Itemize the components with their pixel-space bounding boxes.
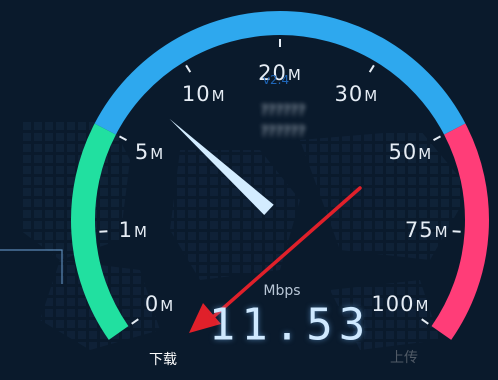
gauge-tick-label: 75M xyxy=(405,218,449,242)
gauge-tick-number: 75 xyxy=(404,217,434,242)
gauge-tick-mark xyxy=(368,64,375,73)
gauge-tick-label: 10M xyxy=(182,82,226,106)
tab-upload[interactable]: 上传 xyxy=(390,347,418,367)
gauge-tick-unit: M xyxy=(364,87,379,106)
blurred-info-line-1: ?????? xyxy=(260,103,306,119)
gauge-tick-unit: M xyxy=(134,222,148,241)
gauge-tick-mark xyxy=(99,230,108,233)
gauge-tick-number: 50 xyxy=(388,140,418,165)
gauge-tick-label: 100M xyxy=(371,292,429,316)
version-label: v2.4 xyxy=(262,73,290,87)
gauge-tick-label: 50M xyxy=(389,140,433,164)
blurred-info-line-2: ?????? xyxy=(260,124,306,140)
gauge-tick-label: 1M xyxy=(119,218,148,242)
gauge-tick-number: 10 xyxy=(181,82,211,107)
gauge-tick-mark xyxy=(185,64,192,73)
gauge-tick-unit: M xyxy=(434,222,449,241)
corner-bracket xyxy=(0,249,63,284)
gauge-tick-number: 0 xyxy=(144,292,160,317)
speed-value: 11.53 xyxy=(208,299,372,351)
gauge-tick-mark xyxy=(433,135,441,141)
speedtest-gauge-panel: 0M 1M 5M 10M 20M 30M 50M 75M 100M v2.4 ?????? ??… xyxy=(0,0,498,380)
gauge-tick-number: 100 xyxy=(371,292,415,317)
gauge-tick-mark xyxy=(452,230,461,233)
gauge-tick-unit: M xyxy=(160,297,175,316)
gauge-tick-unit: M xyxy=(418,145,433,164)
speed-unit: Mbps xyxy=(263,283,301,299)
gauge-tick-number: 30 xyxy=(334,82,364,107)
gauge-tick-unit: M xyxy=(287,66,302,84)
gauge-tick-number: 1 xyxy=(118,217,134,242)
gauge-tick-unit: M xyxy=(150,145,165,164)
gauge-tick-unit: M xyxy=(211,87,226,106)
gauge-tick-number: 5 xyxy=(134,140,150,165)
gauge-tick-label: 0M xyxy=(145,292,174,316)
tab-download[interactable]: 下载 xyxy=(149,349,177,369)
gauge-tick-label: 30M xyxy=(334,82,378,106)
gauge-tick-unit: M xyxy=(415,297,430,316)
gauge-tick-label: 5M xyxy=(135,140,164,164)
gauge-tick-mark xyxy=(119,135,127,141)
